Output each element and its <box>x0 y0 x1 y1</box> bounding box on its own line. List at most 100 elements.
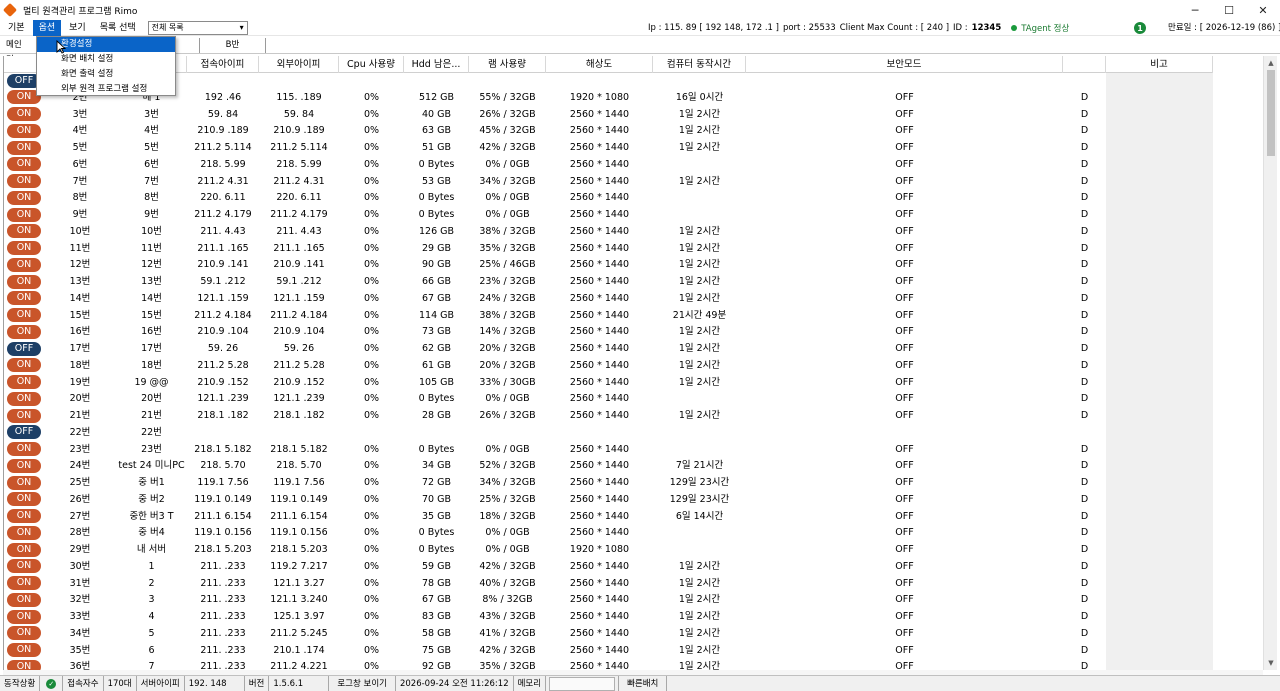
scroll-up-icon[interactable]: ▲ <box>1264 56 1278 70</box>
table-row[interactable]: OFF1번 <box>4 73 1213 90</box>
table-row[interactable]: ON 34번 5 211. .233 211.2 5.245 0% 58 GB 41% / … <box>4 625 1213 643</box>
table-row[interactable]: ON 11번 11번 211.1 .165 211.1 .165 0% 29 GB 35% /… <box>4 240 1213 258</box>
table-row[interactable]: ON 12번 12번 210.9 .141 210.9 .141 0% 90 GB 25% /… <box>4 257 1213 274</box>
power-status-pill[interactable]: ON <box>7 358 41 373</box>
table-row[interactable]: ON 10번 10번 211. 4.43 211. 4.43 0% 126 GB 38% / … <box>4 223 1213 241</box>
header-col-cpu[interactable]: Cpu 사용량 <box>339 56 404 73</box>
fast-layout-button[interactable]: 빠른배치 <box>618 675 668 691</box>
scroll-thumb[interactable] <box>1267 70 1275 156</box>
table-row[interactable]: ON 32번 3 211. .233 121.1 3.240 0% 67 GB 8% / 3… <box>4 592 1213 609</box>
table-row[interactable]: ON 27번 중한 버3 T 211.1 6.154 211.1 6.154 0% 35 G… <box>4 508 1213 526</box>
table-row[interactable]: ON 14번 14번 121.1 .159 121.1 .159 0% 67 GB 24% /… <box>4 290 1213 308</box>
header-col-security[interactable]: 보안모드 <box>746 56 1063 73</box>
table-row[interactable]: ON 3번 3번 59. 84 59. 84 0% 40 GB 26% / 32GB 2560 … <box>4 106 1213 124</box>
table-row[interactable]: ON 6번 6번 218. 5.99 218. 5.99 0% 0 Bytes 0% / 0G… <box>4 156 1213 174</box>
menu-item-external-remote[interactable]: 외부 원격 프로그램 설정 <box>37 82 175 97</box>
table-row[interactable]: ON 9번 9번 211.2 4.179 211.2 4.179 0% 0 Bytes 0% … <box>4 207 1213 224</box>
power-status-pill[interactable]: ON <box>7 391 41 406</box>
power-status-pill[interactable]: ON <box>7 140 41 155</box>
power-status-pill[interactable]: ON <box>7 375 41 389</box>
table-row[interactable]: ON 29번 내 서버 218.1 5.203 218.1 5.203 0% 0 Bytes… <box>4 542 1213 559</box>
power-status-pill[interactable]: ON <box>7 324 41 339</box>
table-row[interactable]: ON 21번 21번 218.1 .182 218.1 .182 0% 28 GB 26% /… <box>4 408 1213 425</box>
notification-badge[interactable]: 1 <box>1134 22 1146 34</box>
maximize-button[interactable]: ☐ <box>1212 0 1246 20</box>
power-status-pill[interactable]: ON <box>7 257 41 272</box>
menu-view[interactable]: 보기 <box>63 20 92 36</box>
power-status-pill[interactable]: ON <box>7 174 41 188</box>
power-status-pill[interactable]: ON <box>7 576 41 590</box>
memory-value <box>549 676 616 691</box>
power-status-pill[interactable]: ON <box>7 224 41 239</box>
header-col-note[interactable]: 비고 <box>1106 56 1213 73</box>
menu-basic[interactable]: 기본 <box>2 20 31 36</box>
power-status-pill[interactable]: ON <box>7 559 41 574</box>
power-status-pill[interactable]: ON <box>7 190 41 205</box>
header-col-internal-ip[interactable]: 접속아이피 <box>187 56 259 73</box>
header-col-ram[interactable]: 램 사용량 <box>469 56 546 73</box>
table-row[interactable]: ON 24번 test 24 미니PC 218. 5.70 218. 5.70 0% 34 … <box>4 458 1213 475</box>
tab-main[interactable]: 메인 리 <box>0 37 40 65</box>
power-status-pill[interactable]: ON <box>7 626 41 641</box>
power-status-pill[interactable]: ON <box>7 241 41 255</box>
table-row[interactable]: ON 31번 2 211. .233 121.1 3.27 0% 78 GB 40% / 3… <box>4 575 1213 593</box>
power-status-pill[interactable]: OFF <box>7 341 41 356</box>
table-row[interactable]: ON 15번 15번 211.2 4.184 211.2 4.184 0% 114 GB 38… <box>4 307 1213 325</box>
power-status-pill[interactable]: ON <box>7 475 41 490</box>
tab-b[interactable]: B반 <box>200 37 266 53</box>
table-row[interactable]: ON 30번 1 211. .233 119.2 7.217 0% 59 GB 42% / … <box>4 558 1213 576</box>
power-status-pill[interactable]: OFF <box>7 425 41 440</box>
table-row[interactable]: ON 23번 23번 218.1 5.182 218.1 5.182 0% 0 Bytes 0… <box>4 441 1213 459</box>
table-row[interactable]: ON 25번 중 버1 119.1 7.56 119.1 7.56 0% 72 GB 34% … <box>4 475 1213 492</box>
power-status-pill[interactable]: ON <box>7 542 41 557</box>
header-col-external-ip[interactable]: 외부아이피 <box>259 56 339 73</box>
power-status-pill[interactable]: ON <box>7 291 41 306</box>
menu-item-screen-layout[interactable]: 화면 배치 설정 <box>37 52 175 67</box>
header-col-uptime[interactable]: 컴퓨터 동작시간 <box>653 56 746 73</box>
close-button[interactable]: ✕ <box>1246 0 1280 20</box>
power-status-pill[interactable]: ON <box>7 525 41 540</box>
power-status-pill[interactable]: ON <box>7 308 41 322</box>
table-row[interactable]: ON 2번 메 1 192 .46 115. .189 0% 512 GB 55% / 32G… <box>4 89 1213 107</box>
header-col-resolution[interactable]: 해상도 <box>546 56 653 73</box>
power-status-pill[interactable]: ON <box>7 408 41 423</box>
table-row[interactable]: ON 13번 13번 59.1 .212 59.1 .212 0% 66 GB 23% / 3… <box>4 274 1213 291</box>
power-status-pill[interactable]: ON <box>7 509 41 523</box>
table-row[interactable]: ON 36번 7 211. .233 211.2 4.221 0% 92 GB 35% / … <box>4 659 1213 670</box>
power-status-pill[interactable]: ON <box>7 458 41 473</box>
power-status-pill[interactable]: ON <box>7 643 41 657</box>
header-col-hdd[interactable]: Hdd 남은... <box>404 56 469 73</box>
menu-item-screen-output[interactable]: 화면 출력 설정 <box>37 67 175 82</box>
menu-options[interactable]: 옵션 <box>32 19 62 36</box>
table-row[interactable]: ON 16번 16번 210.9 .104 210.9 .104 0% 73 GB 14% /… <box>4 324 1213 341</box>
power-status-pill[interactable]: ON <box>7 207 41 222</box>
table-row[interactable]: ON 20번 20번 121.1 .239 121.1 .239 0% 0 Bytes 0% … <box>4 391 1213 408</box>
table-row[interactable]: OFF 17번 17번 59. 26 59. 26 0% 62 GB 20% / 32GB 25… <box>4 341 1213 358</box>
table-row[interactable]: ON 8번 8번 220. 6.11 220. 6.11 0% 0 Bytes 0% / 0G… <box>4 190 1213 207</box>
table-row[interactable]: ON 26번 중 버2 119.1 0.149 119.1 0.149 0% 70 GB 25… <box>4 491 1213 509</box>
power-status-pill[interactable]: ON <box>7 592 41 607</box>
table-row[interactable]: ON 35번 6 211. .233 210.1 .174 0% 75 GB 42% / 3… <box>4 642 1213 660</box>
table-row[interactable]: OFF 22번 22번 <box>4 424 1213 442</box>
power-status-pill[interactable]: ON <box>7 492 41 507</box>
table-row[interactable]: ON 5번 5번 211.2 5.114 211.2 5.114 0% 51 GB 42% /… <box>4 140 1213 157</box>
power-status-pill[interactable]: ON <box>7 609 41 624</box>
table-row[interactable]: ON 28번 중 버4 119.1 0.156 119.1 0.156 0% 0 Bytes… <box>4 525 1213 542</box>
table-row[interactable]: ON 33번 4 211. .233 125.1 3.97 0% 83 GB 43% / 3… <box>4 609 1213 626</box>
list-select-dropdown[interactable]: 전체 목록 ▾ <box>147 20 248 35</box>
table-row[interactable]: ON 19번 19 @@ 210.9 .152 210.9 .152 0% 105 GB 33… <box>4 374 1213 392</box>
vertical-scrollbar[interactable]: ▲ ▼ <box>1263 56 1277 670</box>
power-status-pill[interactable]: ON <box>7 659 41 670</box>
show-log-button[interactable]: 로그창 보이기 <box>329 675 396 691</box>
power-status-pill[interactable]: ON <box>7 107 41 121</box>
power-status-pill[interactable]: ON <box>7 157 41 172</box>
power-status-pill[interactable]: ON <box>7 274 41 289</box>
minimize-button[interactable]: ─ <box>1178 0 1212 20</box>
table-row[interactable]: ON 7번 7번 211.2 4.31 211.2 4.31 0% 53 GB 34% / 3… <box>4 173 1213 191</box>
power-status-pill[interactable]: ON <box>7 442 41 456</box>
power-status-pill[interactable]: ON <box>7 123 41 138</box>
header-col-d[interactable] <box>1063 56 1106 73</box>
scroll-down-icon[interactable]: ▼ <box>1264 656 1278 670</box>
table-row[interactable]: ON 18번 18번 211.2 5.28 211.2 5.28 0% 61 GB 20% /… <box>4 357 1213 375</box>
table-row[interactable]: ON 4번 4번 210.9 .189 210.9 .189 0% 63 GB 45% / 3… <box>4 123 1213 140</box>
